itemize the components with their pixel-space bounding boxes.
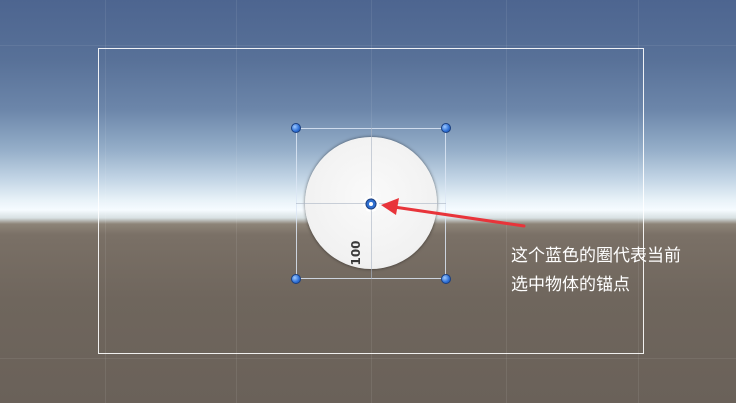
grid-line [0,45,736,46]
annotation-label: 这个蓝色的圈代表当前 选中物体的锚点 [511,246,681,295]
scene-view[interactable]: 100 这个蓝色的圈代表当前 选中物体的锚点 [0,0,736,403]
resize-handle-bottom-right-icon[interactable] [441,274,451,284]
resize-handle-top-right-icon[interactable] [441,123,451,133]
resize-handle-bottom-left-icon[interactable] [291,274,301,284]
pivot-circle-icon[interactable] [362,195,380,213]
resize-handle-top-left-icon[interactable] [291,123,301,133]
grid-line [0,358,736,359]
